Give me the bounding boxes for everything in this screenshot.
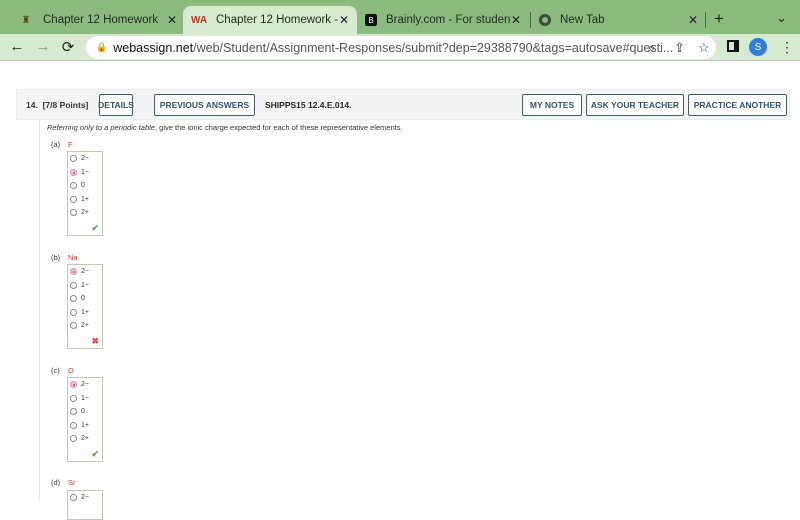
tab-separator: [705, 12, 706, 28]
lock-icon: 🔒: [96, 42, 108, 52]
part-d-choices: 2−: [67, 490, 103, 520]
tab-title: Chapter 12 Homework - PHY: [216, 14, 341, 26]
choice-1-minus[interactable]: 1−: [70, 395, 89, 402]
ask-your-teacher-button[interactable]: ASK YOUR TEACHER: [586, 94, 684, 116]
new-tab-button[interactable]: +: [714, 9, 724, 29]
radio-button[interactable]: [70, 309, 77, 316]
brainly-icon: B: [365, 14, 377, 26]
radio-button[interactable]: [70, 155, 77, 162]
choice-1-plus[interactable]: 1+: [70, 422, 89, 429]
back-button[interactable]: ←: [7, 38, 27, 55]
part-a-label: (a): [51, 140, 61, 149]
choice-2-minus[interactable]: 2−: [70, 155, 89, 162]
choice-1-plus[interactable]: 1+: [70, 309, 89, 316]
side-panel-icon[interactable]: [727, 40, 739, 52]
incorrect-x-icon: ✖: [91, 336, 99, 346]
radio-button[interactable]: [70, 322, 77, 329]
address-bar[interactable]: 🔒 webassign.net/web/Student/Assignment-R…: [86, 36, 716, 59]
reload-button[interactable]: ⟳: [58, 38, 78, 56]
tab-new-tab[interactable]: New Tab ✕: [531, 6, 706, 34]
choice-2-minus[interactable]: 2−: [70, 268, 89, 275]
previous-answers-button[interactable]: PREVIOUS ANSWERS: [154, 94, 255, 116]
radio-button-selected[interactable]: [70, 169, 77, 176]
part-a-choices: 2− 1− 0 1+ 2+ ✔: [67, 151, 103, 236]
share-icon[interactable]: ⇪: [674, 40, 685, 56]
close-tab-icon[interactable]: ✕: [339, 13, 349, 27]
shield-crest-icon: ♜: [21, 14, 31, 26]
webassign-icon: WA: [190, 14, 208, 26]
bookmark-star-icon[interactable]: ☆: [698, 40, 710, 56]
practice-another-button[interactable]: PRACTICE ANOTHER: [688, 94, 787, 116]
profile-avatar[interactable]: S: [749, 38, 767, 56]
chrome-icon: [539, 14, 551, 26]
tab-list-chevron-icon[interactable]: ⌄: [776, 10, 787, 26]
question-number-points: 14. [7/8 Points]: [26, 100, 89, 110]
radio-button[interactable]: [70, 209, 77, 216]
choice-0[interactable]: 0: [70, 408, 85, 415]
browser-menu-icon[interactable]: ⋮: [780, 39, 794, 56]
radio-button-selected[interactable]: [70, 381, 77, 388]
radio-button[interactable]: [70, 435, 77, 442]
choice-1-minus[interactable]: 1−: [70, 282, 89, 289]
tab-chapter-12-homework[interactable]: ♜ Chapter 12 Homework ✕: [10, 6, 185, 34]
close-tab-icon[interactable]: ✕: [511, 13, 521, 27]
checkmark-icon: ✔: [91, 449, 99, 459]
my-notes-button[interactable]: MY NOTES: [522, 94, 582, 116]
radio-button-selected[interactable]: [70, 268, 77, 275]
choice-2-plus[interactable]: 2+: [70, 435, 89, 442]
tab-title: Chapter 12 Homework: [43, 14, 159, 26]
choice-0[interactable]: 0: [70, 182, 85, 189]
url-host: webassign.net: [113, 40, 194, 55]
part-d-element: Sr: [68, 478, 76, 487]
part-b-element: Na: [68, 253, 78, 262]
part-d-label: (d): [51, 478, 61, 487]
part-c-label: (c): [51, 366, 60, 375]
question-code: SHIPPS15 12.4.E.014.: [265, 100, 352, 110]
tab-brainly[interactable]: B Brainly.com - For students. ✕: [357, 6, 529, 34]
tab-title: New Tab: [560, 14, 605, 26]
radio-button[interactable]: [70, 196, 77, 203]
radio-button[interactable]: [70, 295, 77, 302]
part-b-choices: 2− 1− 0 1+ 2+ ✖: [67, 264, 103, 349]
choice-2-minus[interactable]: 2−: [70, 381, 89, 388]
radio-button[interactable]: [70, 182, 77, 189]
question-prompt: Referring only to a periodic table, give…: [47, 123, 403, 132]
choice-2-plus[interactable]: 2+: [70, 322, 89, 329]
browser-tab-bar: ♜ Chapter 12 Homework ✕ WA Chapter 12 Ho…: [0, 0, 800, 34]
checkmark-icon: ✔: [91, 223, 99, 233]
choice-0[interactable]: 0: [70, 295, 85, 302]
choice-1-minus[interactable]: 1−: [70, 169, 89, 176]
radio-button[interactable]: [70, 422, 77, 429]
close-tab-icon[interactable]: ✕: [688, 13, 698, 27]
part-a-element: F: [68, 140, 73, 149]
choice-1-plus[interactable]: 1+: [70, 196, 89, 203]
url-path: /web/Student/Assignment-Responses/submit…: [193, 40, 674, 55]
details-button[interactable]: DETAILS: [98, 94, 134, 116]
question-body: [39, 120, 790, 500]
part-b-label: (b): [51, 253, 61, 262]
radio-button[interactable]: [70, 395, 77, 402]
radio-button[interactable]: [70, 282, 77, 289]
tab-title: Brainly.com - For students.: [386, 14, 511, 26]
close-tab-icon[interactable]: ✕: [167, 13, 177, 27]
radio-button[interactable]: [70, 408, 77, 415]
browser-toolbar: ← → ⟳ 🔒 webassign.net/web/Student/Assign…: [0, 34, 800, 61]
question-header: 14. [7/8 Points] DETAILS PREVIOUS ANSWER…: [16, 89, 790, 120]
part-c-element: O: [68, 366, 74, 375]
tab-chapter-12-homework-phy[interactable]: WA Chapter 12 Homework - PHY ✕: [183, 6, 357, 34]
choice-2-plus[interactable]: 2+: [70, 209, 89, 216]
search-zoom-icon[interactable]: ⌕: [648, 40, 655, 56]
forward-button[interactable]: →: [33, 38, 53, 55]
part-c-choices: 2− 1− 0 1+ 2+ ✔: [67, 377, 103, 462]
